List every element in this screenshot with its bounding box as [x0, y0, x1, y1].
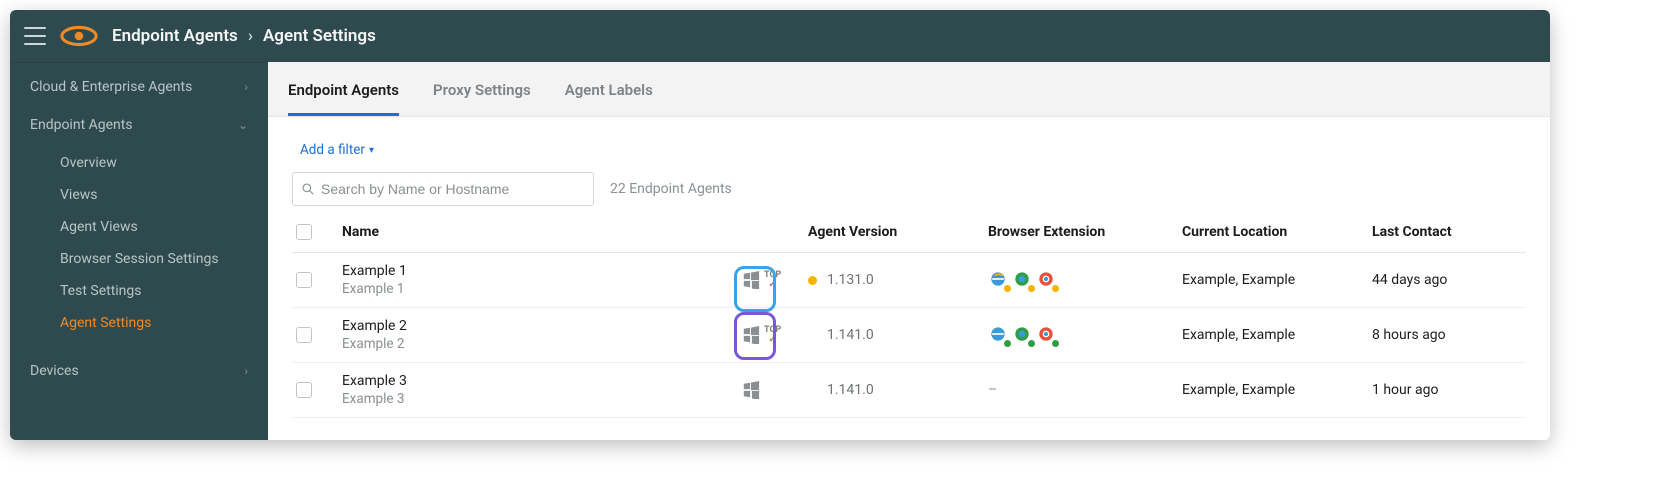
sidebar-section-label: Cloud & Enterprise Agents — [30, 79, 192, 95]
tab-proxy-settings[interactable]: Proxy Settings — [433, 65, 531, 116]
windows-icon — [742, 271, 760, 289]
chrome-icon — [1036, 324, 1058, 346]
brand-logo — [60, 25, 98, 47]
menu-icon[interactable] — [24, 27, 46, 45]
tab-agent-labels[interactable]: Agent Labels — [565, 65, 653, 116]
row-last-contact: 44 days ago — [1372, 272, 1522, 288]
column-version[interactable]: Agent Version — [808, 224, 988, 240]
checkbox-row[interactable] — [296, 272, 312, 288]
ie-icon — [988, 324, 1010, 346]
search-box[interactable] — [292, 172, 594, 206]
row-name: Example 3 — [342, 373, 742, 389]
column-last[interactable]: Last Contact — [1372, 224, 1522, 240]
row-location: Example, Example — [1182, 272, 1372, 288]
add-filter-label: Add a filter — [300, 142, 365, 158]
app-window: Endpoint Agents › Agent Settings Cloud &… — [10, 10, 1550, 440]
tab-endpoint-agents[interactable]: Endpoint Agents — [288, 65, 399, 116]
browser-extensions: – — [988, 382, 1182, 398]
chevron-right-icon: › — [244, 80, 248, 94]
add-filter-link[interactable]: Add a filter ▾ — [300, 142, 374, 158]
chevron-down-icon: ⌄ — [238, 118, 248, 132]
chevron-right-icon: › — [248, 26, 253, 46]
checkbox-row[interactable] — [296, 327, 312, 343]
sidebar-section-cloud[interactable]: Cloud & Enterprise Agents › — [10, 63, 268, 101]
row-hostname: Example 3 — [342, 391, 742, 407]
sidebar-section-devices[interactable]: Devices › — [10, 347, 268, 385]
column-extension[interactable]: Browser Extension — [988, 224, 1182, 240]
row-location: Example, Example — [1182, 382, 1372, 398]
tcp-badge: TCP✓ — [764, 271, 781, 290]
sidebar-section-endpoint[interactable]: Endpoint Agents ⌄ — [10, 101, 268, 139]
breadcrumb-section[interactable]: Endpoint Agents — [112, 26, 238, 46]
column-name[interactable]: Name — [342, 224, 742, 240]
search-input[interactable] — [321, 181, 585, 197]
row-name: Example 2 — [342, 318, 742, 334]
row-hostname: Example 1 — [342, 281, 742, 297]
sidebar-section-label: Devices — [30, 363, 79, 379]
chrome-icon — [1036, 269, 1058, 291]
windows-icon — [742, 326, 760, 344]
chevron-right-icon: › — [244, 364, 248, 378]
table-row[interactable]: Example 1 Example 1 TCP✓ — [292, 253, 1526, 308]
caret-down-icon: ▾ — [369, 145, 374, 156]
table-header: Name Agent Version Browser Extension Cur… — [292, 224, 1526, 253]
row-location: Example, Example — [1182, 327, 1372, 343]
row-version: 1.141.0 — [827, 327, 874, 343]
sidebar-item-browser-session[interactable]: Browser Session Settings — [46, 243, 268, 275]
row-version: 1.141.0 — [827, 382, 874, 398]
row-last-contact: 8 hours ago — [1372, 327, 1522, 343]
browser-extensions — [988, 269, 1182, 291]
checkbox-row[interactable] — [296, 382, 312, 398]
edge-icon — [1012, 324, 1034, 346]
row-hostname: Example 2 — [342, 336, 742, 352]
sidebar: Cloud & Enterprise Agents › Endpoint Age… — [10, 62, 268, 440]
sidebar-item-views[interactable]: Views — [46, 179, 268, 211]
row-last-contact: 1 hour ago — [1372, 382, 1522, 398]
windows-icon — [742, 381, 760, 399]
sidebar-item-agent-views[interactable]: Agent Views — [46, 211, 268, 243]
status-dot-warn — [808, 276, 817, 285]
search-icon — [301, 182, 315, 196]
ie-icon — [988, 269, 1010, 291]
count-text: 22 Endpoint Agents — [610, 181, 732, 197]
table-row[interactable]: Example 2 Example 2 TCP✓ 1.141.0 — [292, 308, 1526, 363]
checkbox-all[interactable] — [296, 224, 312, 240]
column-location[interactable]: Current Location — [1182, 224, 1372, 240]
tcp-badge: TCP✓ — [764, 326, 781, 345]
sidebar-item-test-settings[interactable]: Test Settings — [46, 275, 268, 307]
topbar: Endpoint Agents › Agent Settings — [10, 10, 1550, 62]
tabs-bar: Endpoint Agents Proxy Settings Agent Lab… — [268, 62, 1550, 117]
breadcrumb-page: Agent Settings — [263, 26, 376, 46]
sidebar-section-label: Endpoint Agents — [30, 117, 133, 133]
table-row[interactable]: Example 3 Example 3 1.141.0 – Example, E… — [292, 363, 1526, 418]
row-name: Example 1 — [342, 263, 742, 279]
row-version: 1.131.0 — [827, 272, 874, 288]
sidebar-item-overview[interactable]: Overview — [46, 147, 268, 179]
browser-extensions — [988, 324, 1182, 346]
sidebar-item-agent-settings[interactable]: Agent Settings — [46, 307, 268, 339]
breadcrumb: Endpoint Agents › Agent Settings — [112, 26, 376, 46]
edge-icon — [1012, 269, 1034, 291]
